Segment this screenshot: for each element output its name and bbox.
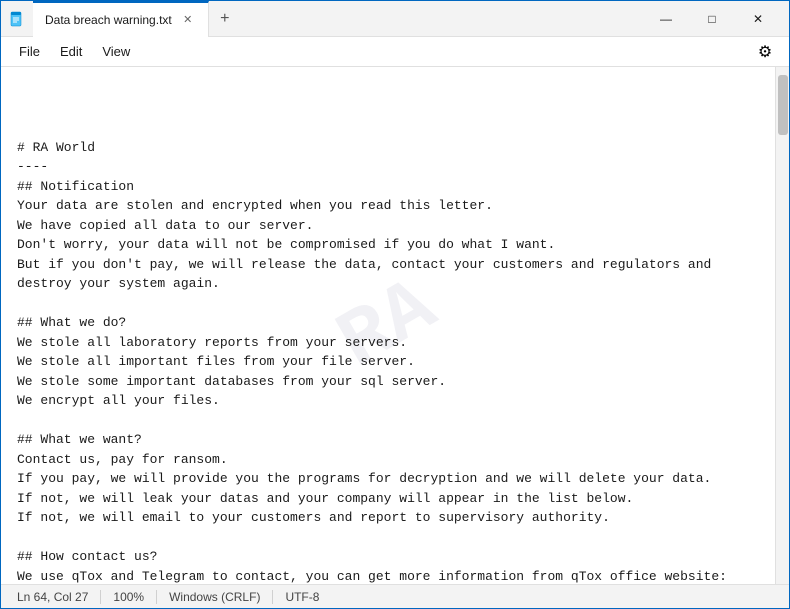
main-window: Data breach warning.txt ✕ + — □ ✕ File E…	[0, 0, 790, 609]
cursor-position: Ln 64, Col 27	[17, 590, 101, 604]
active-tab[interactable]: Data breach warning.txt ✕	[33, 1, 209, 37]
text-editor[interactable]: RA # RA World ---- ## Notification Your …	[1, 67, 775, 584]
maximize-button[interactable]: □	[689, 1, 735, 37]
new-tab-button[interactable]: +	[209, 3, 241, 35]
minimize-button[interactable]: —	[643, 1, 689, 37]
tab-close-button[interactable]: ✕	[180, 12, 196, 28]
scrollbar-track[interactable]	[775, 67, 789, 584]
menu-bar: File Edit View ⚙	[1, 37, 789, 67]
menu-file[interactable]: File	[9, 40, 50, 63]
close-button[interactable]: ✕	[735, 1, 781, 37]
status-bar: Ln 64, Col 27 100% Windows (CRLF) UTF-8	[1, 584, 789, 608]
menu-view[interactable]: View	[92, 40, 140, 63]
encoding: UTF-8	[273, 590, 331, 604]
app-icon	[9, 11, 25, 27]
title-bar: Data breach warning.txt ✕ + — □ ✕	[1, 1, 789, 37]
scrollbar-thumb[interactable]	[778, 75, 788, 135]
tab-list: Data breach warning.txt ✕ +	[33, 1, 643, 37]
menu-edit[interactable]: Edit	[50, 40, 92, 63]
line-ending: Windows (CRLF)	[157, 590, 273, 604]
tab-label: Data breach warning.txt	[45, 13, 172, 27]
settings-icon[interactable]: ⚙	[749, 38, 781, 66]
window-controls: — □ ✕	[643, 1, 781, 37]
editor-content: # RA World ---- ## Notification Your dat…	[17, 138, 759, 585]
content-area: RA # RA World ---- ## Notification Your …	[1, 67, 789, 584]
zoom-level: 100%	[101, 590, 157, 604]
